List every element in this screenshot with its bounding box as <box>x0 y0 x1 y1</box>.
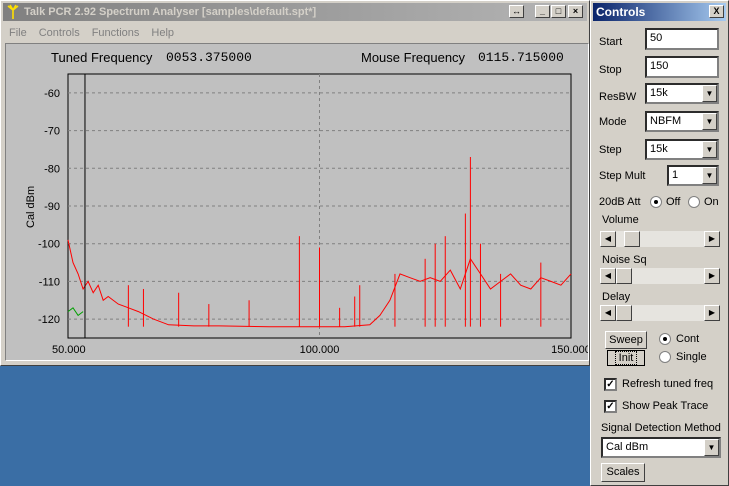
mode-value: NBFM <box>650 115 682 127</box>
stop-input[interactable]: 150 <box>645 56 719 78</box>
spectrum-chart[interactable]: -60 -70 -80 -90 -100 -110 -120 50.000 100.000 15… <box>6 44 588 360</box>
y-axis-label: Cal dBm <box>25 186 37 228</box>
y-tick-label: -100 <box>38 239 60 251</box>
noise-sq-thumb[interactable] <box>616 268 632 284</box>
menu-controls[interactable]: Controls <box>33 27 86 39</box>
volume-label: Volume <box>602 214 639 226</box>
y-tick-label: -70 <box>44 126 60 138</box>
step-mult-select[interactable]: 1 ▼ <box>667 165 719 186</box>
arrow-left-icon[interactable]: ◀ <box>600 268 616 284</box>
cont-radio[interactable] <box>659 333 671 345</box>
step-select[interactable]: 15k ▼ <box>645 139 719 160</box>
mode-label: Mode <box>599 116 627 128</box>
y-tick-label: -110 <box>39 276 60 288</box>
chevron-down-icon[interactable]: ▼ <box>702 85 717 102</box>
x-tick-label: 150.000 <box>551 344 588 356</box>
maximize-button[interactable]: □ <box>551 5 566 18</box>
init-label: Init <box>614 351 638 365</box>
plot-panel[interactable]: Tuned Frequency 0053.375000 Mouse Freque… <box>5 43 589 361</box>
resize-arrows-icon[interactable]: ↔ <box>509 5 524 18</box>
sweep-button[interactable]: Sweep <box>605 331 647 349</box>
y-tick-label: -80 <box>44 163 60 175</box>
menu-help[interactable]: Help <box>145 27 180 39</box>
arrow-right-icon[interactable]: ▶ <box>704 268 720 284</box>
chevron-down-icon[interactable]: ▼ <box>702 141 717 158</box>
refresh-tuned-checkbox[interactable]: ✓ <box>604 378 617 391</box>
start-label: Start <box>599 36 623 48</box>
main-window-title: Talk PCR 2.92 Spectrum Analyser [samples… <box>24 6 317 18</box>
delay-label: Delay <box>602 291 631 303</box>
delay-slider[interactable]: ◀ ▶ <box>600 305 720 321</box>
resbw-label: ResBW <box>599 91 637 103</box>
y-tick-label: -60 <box>44 88 60 100</box>
step-value: 15k <box>650 143 668 155</box>
chevron-down-icon[interactable]: ▼ <box>704 439 719 456</box>
resbw-value: 15k <box>650 87 668 99</box>
detection-method-value: Cal dBm <box>606 441 649 453</box>
att-on-radio[interactable] <box>688 196 700 208</box>
stop-label: Stop <box>599 64 622 76</box>
resbw-select[interactable]: 15k ▼ <box>645 83 719 104</box>
cont-label: Cont <box>676 333 700 345</box>
refresh-tuned-label: Refresh tuned freq <box>622 378 714 390</box>
detection-method-label: Signal Detection Method <box>601 422 721 434</box>
peak-trace-label: Show Peak Trace <box>622 400 709 412</box>
chevron-down-icon[interactable]: ▼ <box>702 167 717 184</box>
menu-functions[interactable]: Functions <box>86 27 146 39</box>
step-label: Step <box>599 144 622 156</box>
step-mult-label: Step Mult <box>599 170 646 182</box>
controls-window: Controls X Start 50 Stop 150 ResBW 15k ▼… <box>590 0 729 486</box>
init-button[interactable]: Init <box>607 350 645 366</box>
noise-sq-slider[interactable]: ◀ ▶ <box>600 268 720 284</box>
single-label: Single <box>676 351 707 363</box>
minimize-button[interactable]: _ <box>535 5 550 18</box>
menu-file[interactable]: File <box>3 27 33 39</box>
chevron-down-icon[interactable]: ▼ <box>702 113 717 130</box>
spectrum-window: Talk PCR 2.92 Spectrum Analyser [samples… <box>0 0 590 366</box>
y-tick-label: -120 <box>38 314 60 326</box>
arrow-left-icon[interactable]: ◀ <box>600 231 616 247</box>
noise-sq-label: Noise Sq <box>602 254 647 266</box>
peak-trace-checkbox[interactable]: ✓ <box>604 400 617 413</box>
delay-thumb[interactable] <box>616 305 632 321</box>
x-tick-label: 100.000 <box>300 344 340 356</box>
controls-close-icon[interactable]: X <box>709 5 724 18</box>
menubar: File Controls Functions Help <box>3 23 587 42</box>
arrow-right-icon[interactable]: ▶ <box>704 305 720 321</box>
start-input[interactable]: 50 <box>645 28 719 50</box>
x-tick-label: 50.000 <box>52 344 86 356</box>
arrow-right-icon[interactable]: ▶ <box>704 231 720 247</box>
att-off-radio[interactable] <box>650 196 662 208</box>
att-on-label: On <box>704 196 719 208</box>
scales-button[interactable]: Scales <box>601 463 645 482</box>
main-titlebar[interactable]: Talk PCR 2.92 Spectrum Analyser [samples… <box>3 3 587 21</box>
controls-titlebar[interactable]: Controls X <box>593 3 726 21</box>
att-label: 20dB Att <box>599 196 641 208</box>
arrow-left-icon[interactable]: ◀ <box>600 305 616 321</box>
y-tick-label: -90 <box>44 201 60 213</box>
single-radio[interactable] <box>659 351 671 363</box>
step-mult-value: 1 <box>672 169 679 181</box>
volume-slider[interactable]: ◀ ▶ <box>600 231 720 247</box>
controls-title: Controls <box>596 5 646 19</box>
app-antenna-icon <box>7 4 19 19</box>
detection-method-select[interactable]: Cal dBm ▼ <box>601 437 721 458</box>
mode-select[interactable]: NBFM ▼ <box>645 111 719 132</box>
att-off-label: Off <box>666 196 681 208</box>
volume-thumb[interactable] <box>624 231 640 247</box>
close-button[interactable]: × <box>568 5 583 18</box>
